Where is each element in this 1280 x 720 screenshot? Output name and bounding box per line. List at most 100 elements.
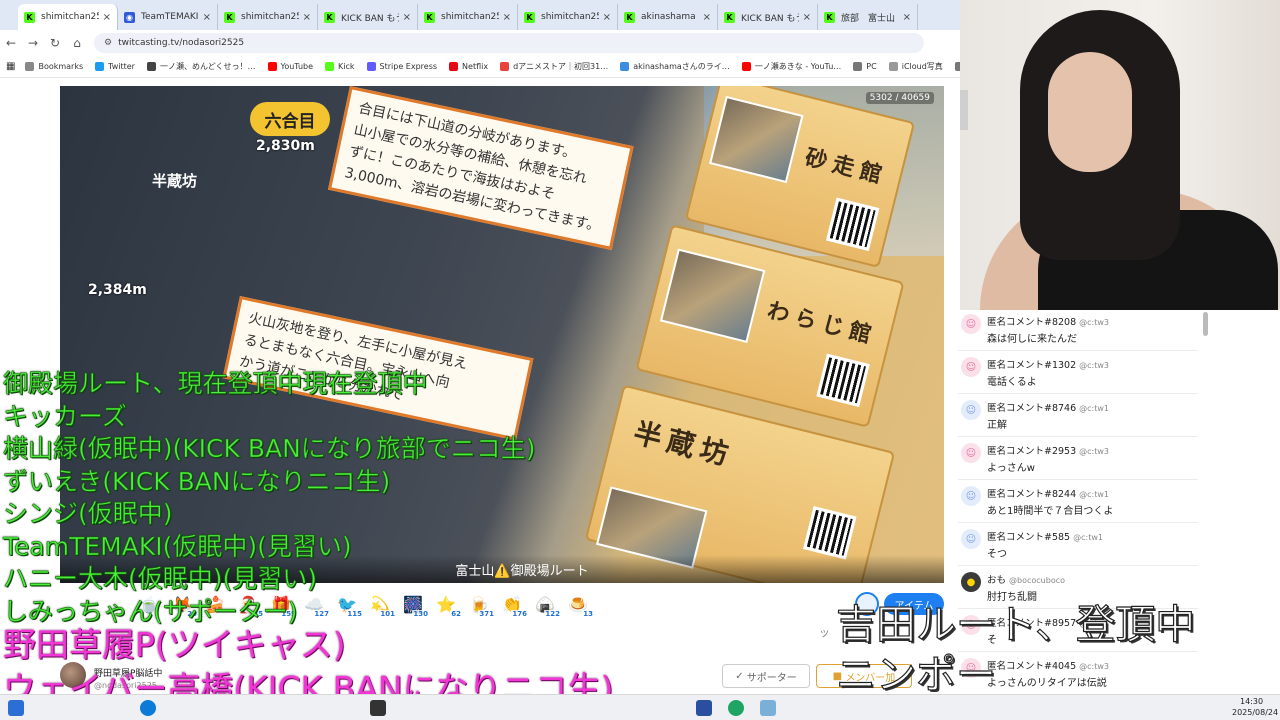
apps-grid-icon[interactable]: ▦ (6, 61, 15, 72)
chrome-icon[interactable] (728, 700, 744, 716)
bookmark-item[interactable]: Netflix (449, 62, 488, 71)
bookmark-item[interactable]: Stripe Express (366, 62, 438, 71)
bookmark-item[interactable]: dアニメストア｜初回31… (500, 61, 608, 72)
comment-author[interactable]: 匿名コメント#1302 @c:tw3 (987, 357, 1109, 371)
start-icon[interactable] (8, 700, 24, 716)
comment-avatar[interactable]: ☺ (961, 357, 981, 377)
close-icon[interactable]: × (503, 12, 511, 23)
comment-author[interactable]: 匿名コメント#8244 @c:tw1 (987, 486, 1109, 500)
close-icon[interactable]: × (103, 12, 111, 23)
app-icon[interactable] (696, 700, 712, 716)
close-icon[interactable]: × (603, 12, 611, 23)
tab-title: shimitchan252 (541, 12, 599, 22)
tab-strip: Kshimitchan252×◉TeamTEMAKI×Kshimitchan25… (0, 0, 960, 30)
webcam-overlay (960, 0, 1280, 310)
close-icon[interactable]: × (703, 12, 711, 23)
comment-item: ☺ 匿名コメント#2953 @c:tw3 よっさんw (958, 437, 1198, 480)
comment-text: そつ (987, 549, 1007, 560)
comment-author-name: おも (987, 575, 1007, 586)
comment-author[interactable]: 匿名コメント#585 @c:tw1 (987, 529, 1103, 543)
site-info-icon[interactable]: ⚙ (104, 38, 112, 48)
clock-time: 14:30 (1240, 697, 1264, 706)
bookmark-item[interactable]: Twitter (95, 62, 135, 71)
qr-code (816, 353, 870, 407)
kick-icon: K (524, 11, 535, 23)
supporter-button[interactable]: ✓ サポーター (722, 664, 810, 688)
tab-title: KICK BAN もう (341, 13, 399, 24)
kick-icon: K (24, 11, 35, 23)
viewer-count: 5302 / 40659 (865, 92, 934, 104)
close-icon[interactable]: × (303, 12, 311, 23)
browser-tab[interactable]: K KICK BAN もう × (318, 4, 418, 30)
reload-icon[interactable]: ↻ (44, 36, 66, 50)
browser-tab[interactable]: Kshimitchan252 × (18, 4, 118, 30)
comment-avatar[interactable]: ☺ (961, 529, 981, 549)
overlay-line: 野田草履P(ツイキャス) (3, 625, 346, 664)
comment-item: ☺ 匿名コメント#1302 @c:tw3 電話くるよ (958, 351, 1198, 394)
kick-icon: K (724, 11, 735, 23)
comment-text: 森は何しに来たんだ (987, 334, 1077, 345)
tweet-link[interactable]: ツ (820, 627, 829, 640)
comment-avatar[interactable]: ☺ (961, 400, 981, 420)
bookmark-item[interactable]: YouTube (267, 62, 313, 71)
bookmark-item[interactable]: Kick (325, 62, 355, 71)
overlay-line: 御殿場ルート、現在登頂中現在登頂中 (3, 369, 428, 399)
browser-tab[interactable]: Kshimitchan252 × (218, 4, 318, 30)
browser-tab[interactable]: Kakinashama Cl × (618, 4, 718, 30)
comment-avatar[interactable]: ☺ (961, 314, 981, 334)
bookmark-item[interactable]: Bookmarks (25, 62, 83, 71)
hut-name: 砂走館 (802, 145, 890, 190)
bookmark-label: Stripe Express (379, 62, 438, 71)
item-gift[interactable]: 🍮 13 (564, 592, 594, 618)
kick-icon: K (324, 11, 335, 23)
comment-avatar[interactable]: ☺ (961, 443, 981, 463)
bookmark-item[interactable]: 一ノ瀬、めんどくせっ！… (146, 61, 256, 72)
comment-avatar[interactable]: ☺ (961, 486, 981, 506)
app-icon[interactable] (370, 700, 386, 716)
elevation-label: 2,830m (256, 138, 315, 154)
close-icon[interactable]: × (403, 12, 411, 23)
comment-avatar[interactable]: ● (961, 572, 981, 592)
browser-tab[interactable]: K KICK BAN もう × (718, 4, 818, 30)
browser-tab[interactable]: K 旅部 富士山 × (818, 4, 918, 30)
url-input[interactable]: ⚙ twitcasting.tv/nodasori2525 (94, 33, 924, 53)
home-icon[interactable]: ⌂ (66, 36, 88, 50)
comment-author[interactable]: 匿名コメント#2953 @c:tw3 (987, 443, 1109, 457)
taskbar (0, 694, 1280, 720)
app-icon[interactable] (760, 700, 776, 716)
bookmark-item[interactable]: 一ノ瀬あきな - YouTu… (741, 61, 841, 72)
bookmark-item[interactable]: iCloud写真 (888, 61, 943, 72)
back-icon[interactable]: ← (0, 36, 22, 50)
qr-code (803, 506, 857, 560)
comment-author[interactable]: 匿名コメント#8746 @c:tw1 (987, 400, 1109, 414)
kick-icon: K (824, 11, 835, 23)
close-icon[interactable]: × (203, 12, 211, 23)
comment-author-handle: @c:tw1 (1073, 533, 1103, 542)
bookmark-item[interactable]: akinashamaさんのライ… (620, 61, 730, 72)
browser-tab[interactable]: Kshimitchan252 × (518, 4, 618, 30)
forward-icon[interactable]: → (22, 36, 44, 50)
browser-tab[interactable]: ◉ TeamTEMAKI × (118, 4, 218, 30)
overlay-line: キッカーズ (3, 401, 127, 431)
comment-author[interactable]: 匿名コメント#8208 @c:tw3 (987, 314, 1109, 328)
bookmark-icon (620, 62, 630, 71)
comment-author-name: 匿名コメント#8208 (987, 317, 1077, 328)
bookmark-icon (146, 62, 156, 71)
comment-author-name: 匿名コメント#8244 (987, 489, 1077, 500)
comment-scrollbar[interactable] (1203, 312, 1208, 336)
bookmark-icon (449, 62, 459, 71)
comment-author-handle: @c:tw3 (1079, 318, 1110, 327)
comment-author[interactable]: おも @bococuboco (987, 572, 1065, 586)
browser-tab[interactable]: Kshimitchan252 × (418, 4, 518, 30)
hut-label: 半蔵坊 (152, 172, 198, 190)
comment-text: あと1時間半で７合目つくよ (987, 506, 1114, 517)
bookmark-item[interactable]: PC (853, 62, 877, 71)
kick-icon: K (224, 11, 235, 23)
edge-icon[interactable] (140, 700, 156, 716)
item-count: 13 (582, 610, 594, 618)
comment-text: 正解 (987, 420, 1007, 431)
close-icon[interactable]: × (803, 12, 811, 23)
comment-item: ☺ 匿名コメント#8746 @c:tw1 正解 (958, 394, 1198, 437)
comment-author-handle: @c:tw3 (1079, 361, 1110, 370)
close-icon[interactable]: × (903, 12, 911, 23)
